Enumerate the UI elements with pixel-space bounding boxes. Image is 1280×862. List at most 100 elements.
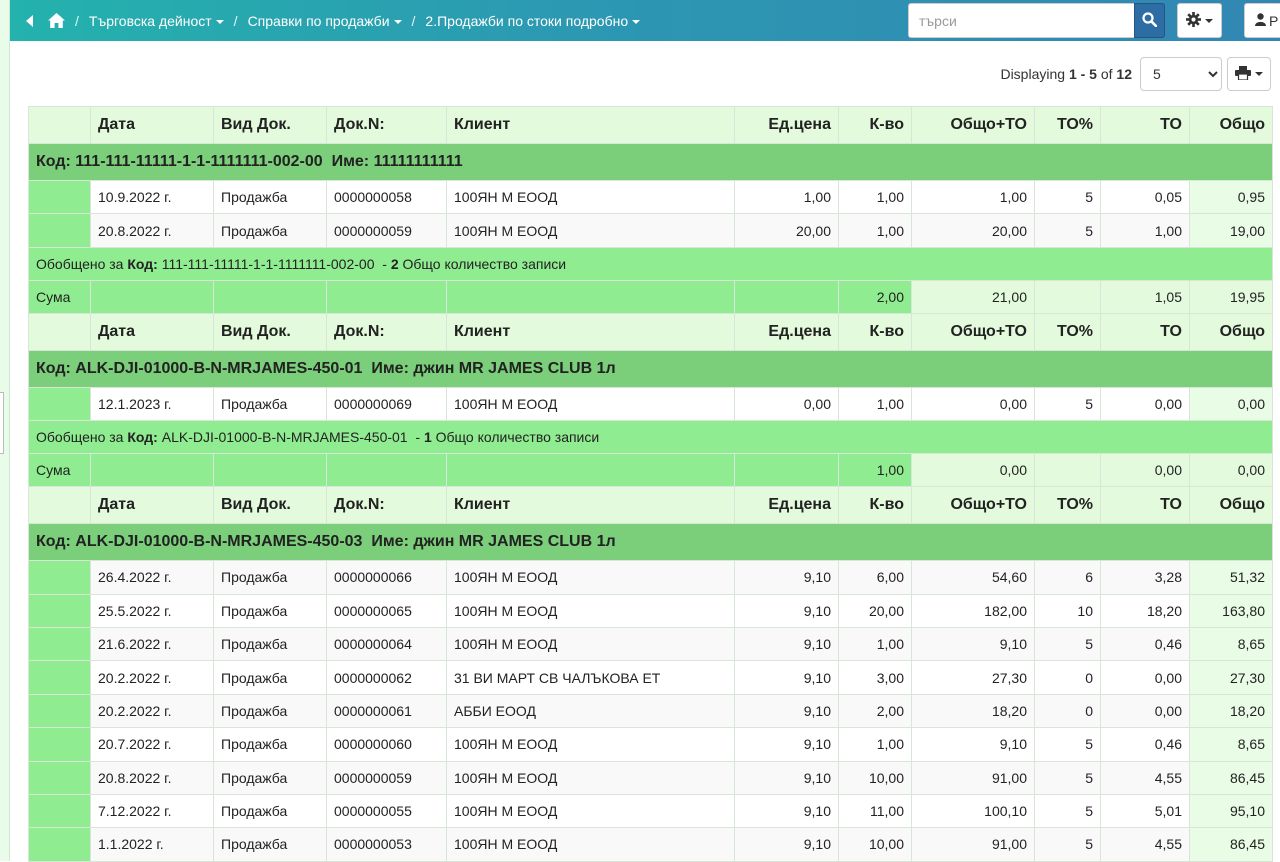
table-row[interactable]: 20.2.2022 г. Продажба 0000000062 31 ВИ МАРТ… bbox=[28, 660, 1273, 695]
cell-date: 7.12.2022 г. bbox=[90, 793, 214, 829]
group-header-row: Код: ALK-DJI-01000-B-N-MRJAMES-450-01 Им… bbox=[28, 349, 1273, 388]
page-size-select[interactable]: 5 bbox=[1140, 57, 1222, 91]
settings-button[interactable] bbox=[1177, 3, 1222, 38]
table-row[interactable]: 10.9.2022 г. Продажба 0000000058 100ЯН М ЕО… bbox=[28, 179, 1273, 215]
pager-prefix: Displaying bbox=[1000, 66, 1066, 82]
cell-total-with-to: 27,30 bbox=[911, 660, 1035, 695]
header-total[interactable]: Общо bbox=[1189, 486, 1273, 525]
breadcrumb-item-sales-reports[interactable]: Справки по продажби bbox=[248, 13, 402, 29]
header-to[interactable]: ТО bbox=[1100, 312, 1190, 351]
cell-quantity: 1,00 bbox=[838, 626, 912, 662]
row-selector-cell[interactable] bbox=[28, 827, 91, 862]
group-code: ALK-DJI-01000-B-N-MRJAMES-450-03 bbox=[75, 533, 363, 551]
table-row[interactable]: 7.12.2022 г. Продажба 0000000055 100ЯН М ЕО… bbox=[28, 793, 1273, 829]
row-selector-cell[interactable] bbox=[28, 693, 91, 729]
summary-prefix: Обобщено за bbox=[36, 429, 124, 446]
cell-client: 100ЯН М ЕООД bbox=[446, 827, 735, 862]
header-client[interactable]: Клиент bbox=[446, 312, 735, 351]
row-selector-cell[interactable] bbox=[28, 760, 91, 795]
header-quantity[interactable]: К-во bbox=[838, 312, 912, 351]
cell-to-percent: 5 bbox=[1034, 760, 1101, 795]
row-selector-cell[interactable] bbox=[28, 593, 91, 628]
group-name-label: Име: bbox=[371, 533, 409, 551]
cell-doc-type: Продажба bbox=[213, 793, 327, 829]
header-blank[interactable] bbox=[28, 106, 91, 144]
cell-doc-number: 0000000064 bbox=[326, 626, 447, 662]
header-doc-type[interactable]: Вид Док. bbox=[213, 312, 327, 351]
header-quantity[interactable]: К-во bbox=[838, 106, 912, 144]
header-total[interactable]: Общо bbox=[1189, 106, 1273, 144]
header-blank[interactable] bbox=[28, 486, 91, 525]
cell-doc-number: 0000000061 bbox=[326, 693, 447, 729]
header-date[interactable]: Дата bbox=[90, 486, 214, 525]
table-row[interactable]: 20.2.2022 г. Продажба 0000000061 АББИ ЕООД 9… bbox=[28, 693, 1273, 729]
breadcrumb-item-trade[interactable]: Търговска дейност bbox=[89, 13, 224, 29]
header-doc-number[interactable]: Док.N: bbox=[326, 312, 447, 351]
row-selector-cell[interactable] bbox=[28, 626, 91, 662]
cell-client: 100ЯН М ЕООД bbox=[446, 727, 735, 762]
header-client[interactable]: Клиент bbox=[446, 486, 735, 525]
header-unit-price[interactable]: Ед.цена bbox=[734, 106, 839, 144]
group-title: Код: ALK-DJI-01000-B-N-MRJAMES-450-01 Им… bbox=[28, 349, 1273, 388]
header-total-with-to[interactable]: Общо+ТО bbox=[911, 106, 1035, 144]
header-doc-type[interactable]: Вид Док. bbox=[213, 106, 327, 144]
row-selector-cell[interactable] bbox=[28, 660, 91, 695]
table-header-row: Дата Вид Док. Док.N: Клиент Ед.цена К-во Общо+… bbox=[28, 106, 1273, 144]
header-to[interactable]: ТО bbox=[1100, 106, 1190, 144]
header-to-percent[interactable]: ТО% bbox=[1034, 312, 1101, 351]
row-selector-cell[interactable] bbox=[28, 727, 91, 762]
cell-total: 86,45 bbox=[1189, 760, 1273, 795]
header-unit-price[interactable]: Ед.цена bbox=[734, 486, 839, 525]
search-input[interactable] bbox=[908, 3, 1135, 38]
group-code-label: Код: bbox=[36, 533, 71, 551]
print-button[interactable] bbox=[1227, 57, 1271, 91]
header-doc-number[interactable]: Док.N: bbox=[326, 106, 447, 144]
header-date[interactable]: Дата bbox=[90, 106, 214, 144]
header-doc-type[interactable]: Вид Док. bbox=[213, 486, 327, 525]
header-total[interactable]: Общо bbox=[1189, 312, 1273, 351]
totals-empty bbox=[1034, 453, 1101, 488]
totals-empty bbox=[1034, 279, 1101, 314]
search-icon bbox=[1142, 11, 1158, 30]
row-selector-cell[interactable] bbox=[28, 560, 91, 595]
table-row[interactable]: 20.8.2022 г. Продажба 0000000059 100ЯН М ЕО… bbox=[28, 760, 1273, 795]
breadcrumb-item-current-report[interactable]: 2.Продажби по стоки подробно bbox=[425, 13, 641, 29]
row-selector-cell[interactable] bbox=[28, 213, 91, 248]
group-summary-row: Обобщено за Код: ALK-DJI-01000-B-N-MRJAM… bbox=[28, 420, 1273, 455]
back-arrow-icon[interactable] bbox=[26, 14, 38, 27]
header-doc-number[interactable]: Док.N: bbox=[326, 486, 447, 525]
side-panel-toggle[interactable] bbox=[0, 392, 4, 454]
cell-quantity: 1,00 bbox=[838, 179, 912, 215]
header-client[interactable]: Клиент bbox=[446, 106, 735, 144]
table-row[interactable]: 21.6.2022 г. Продажба 0000000064 100ЯН М ЕО… bbox=[28, 626, 1273, 662]
table-row[interactable]: 20.7.2022 г. Продажба 0000000060 100ЯН М ЕО… bbox=[28, 727, 1273, 762]
search-button[interactable] bbox=[1134, 3, 1165, 38]
header-to-percent[interactable]: ТО% bbox=[1034, 486, 1101, 525]
header-total-with-to[interactable]: Общо+ТО bbox=[911, 486, 1035, 525]
home-icon[interactable] bbox=[48, 13, 65, 28]
table-row[interactable]: 1.1.2022 г. Продажба 0000000053 100ЯН М ЕОО… bbox=[28, 827, 1273, 862]
cell-total: 19,00 bbox=[1189, 213, 1273, 248]
header-unit-price[interactable]: Ед.цена bbox=[734, 312, 839, 351]
cell-quantity: 1,00 bbox=[838, 213, 912, 248]
cell-quantity: 6,00 bbox=[838, 560, 912, 595]
cell-doc-type: Продажба bbox=[213, 626, 327, 662]
cell-doc-type: Продажба bbox=[213, 693, 327, 729]
table-row[interactable]: 26.4.2022 г. Продажба 0000000066 100ЯН М ЕО… bbox=[28, 560, 1273, 595]
cell-client: АББИ ЕООД bbox=[446, 693, 735, 729]
header-blank[interactable] bbox=[28, 312, 91, 351]
header-total-with-to[interactable]: Общо+ТО bbox=[911, 312, 1035, 351]
summary-code-label: Код: bbox=[127, 429, 158, 446]
cell-total: 86,45 bbox=[1189, 827, 1273, 862]
row-selector-cell[interactable] bbox=[28, 179, 91, 215]
row-selector-cell[interactable] bbox=[28, 386, 91, 422]
table-row[interactable]: 12.1.2023 г. Продажба 0000000069 100ЯН М ЕО… bbox=[28, 386, 1273, 422]
row-selector-cell[interactable] bbox=[28, 793, 91, 829]
user-menu-button[interactable]: Р bbox=[1244, 3, 1280, 38]
table-row[interactable]: 25.5.2022 г. Продажба 0000000065 100ЯН М ЕО… bbox=[28, 593, 1273, 628]
header-quantity[interactable]: К-во bbox=[838, 486, 912, 525]
table-row[interactable]: 20.8.2022 г. Продажба 0000000059 100ЯН М ЕО… bbox=[28, 213, 1273, 248]
header-to[interactable]: ТО bbox=[1100, 486, 1190, 525]
header-date[interactable]: Дата bbox=[90, 312, 214, 351]
header-to-percent[interactable]: ТО% bbox=[1034, 106, 1101, 144]
